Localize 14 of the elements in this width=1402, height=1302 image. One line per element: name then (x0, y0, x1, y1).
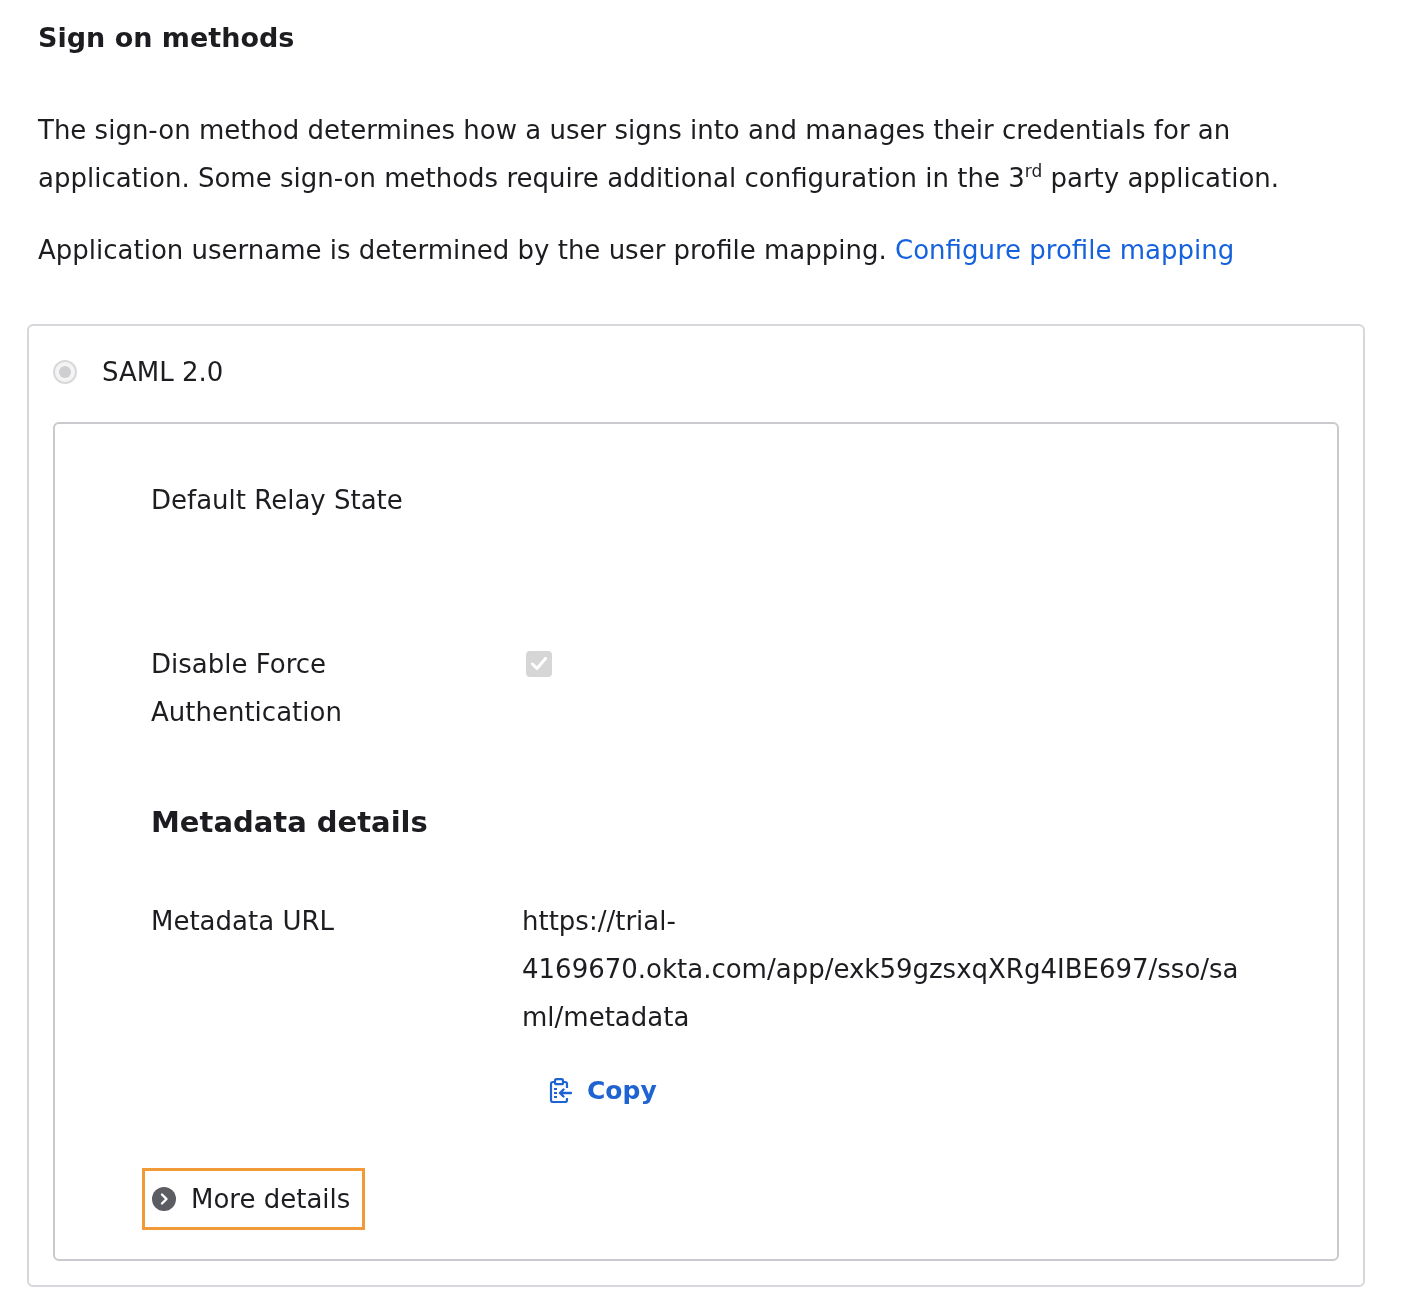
clipboard-icon (548, 1078, 572, 1104)
metadata-url-text: https://trial-4169670.okta.com/app/exk59gzsxqXRg4IBE697/sso/saml/metadata (522, 906, 1239, 1032)
metadata-heading: Metadata details (151, 804, 429, 841)
metadata-label: Metadata URL (151, 905, 335, 938)
section-title: Sign on methods (38, 21, 296, 55)
profile-mapping-note: Application username is determined by the user profile mapping. Configure profile mapping (38, 234, 1236, 267)
description-text: The sign-on method determines how a user signs into and manages their credentials for an application. Some sign-on methods require additional configuration in the 3$^{rd}$ party application. (38, 114, 1281, 195)
setting-label: Default Relay State (151, 484, 404, 517)
more-details-button[interactable]: More details (142, 1168, 366, 1230)
setting-label: Disable Force Authentication (151, 648, 343, 729)
configure-profile-mapping-link[interactable]: Configure profile mapping (895, 235, 1235, 265)
checkmark-icon (531, 657, 547, 671)
radio-label: SAML 2.0 (102, 356, 224, 389)
copy-button[interactable]: Copy (548, 1067, 657, 1115)
